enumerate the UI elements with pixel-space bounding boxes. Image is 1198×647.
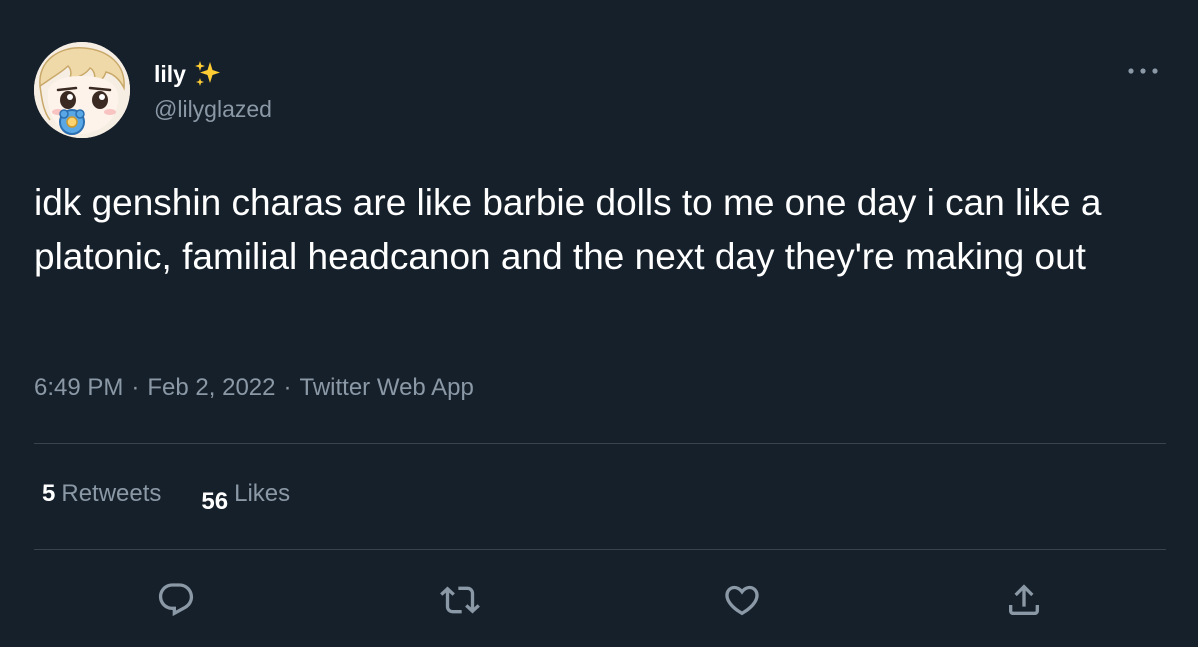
reply-button[interactable]	[152, 576, 200, 624]
likes-label: Likes	[234, 480, 291, 507]
display-name-text: lily	[154, 60, 186, 87]
tweet-date[interactable]: Feb 2, 2022	[147, 374, 275, 401]
share-button[interactable]	[1000, 576, 1048, 624]
anime-avatar-icon	[34, 42, 130, 138]
reply-icon	[158, 583, 194, 617]
heart-icon	[725, 585, 759, 616]
retweets-stat[interactable]: 5 Retweets	[42, 480, 161, 508]
more-horizontal-icon	[1128, 68, 1158, 74]
display-name[interactable]: lily	[154, 58, 224, 90]
meta-separator: ·	[131, 374, 140, 401]
retweet-button[interactable]	[436, 576, 484, 624]
tweet-stats: 5 Retweets 56 Likes	[42, 480, 290, 515]
tweet-text: idk genshin charas are like barbie dolls…	[34, 182, 1102, 277]
divider	[34, 549, 1166, 550]
action-bar	[0, 576, 1198, 624]
likes-count: 56	[201, 488, 229, 515]
author-avatar[interactable]	[34, 42, 130, 138]
divider	[34, 443, 1166, 444]
meta-separator: ·	[283, 374, 292, 401]
sparkles-icon	[192, 58, 224, 90]
likes-stat[interactable]: 56 Likes	[201, 480, 290, 516]
retweets-label: Retweets	[61, 480, 162, 507]
tweet-time[interactable]: 6:49 PM	[34, 374, 123, 401]
author-handle[interactable]: @lilyglazed	[154, 96, 272, 123]
tweet-meta: 6:49 PM · Feb 2, 2022 · Twitter Web App	[34, 374, 474, 402]
tweet-source[interactable]: Twitter Web App	[300, 374, 474, 401]
tweet-card: lily @lilyglazed idk genshin charas are …	[0, 0, 1198, 647]
like-button[interactable]	[718, 576, 766, 624]
retweet-icon	[440, 586, 480, 614]
more-options-button[interactable]	[1118, 54, 1168, 88]
share-icon	[1009, 584, 1039, 615]
retweets-count: 5	[42, 480, 56, 507]
